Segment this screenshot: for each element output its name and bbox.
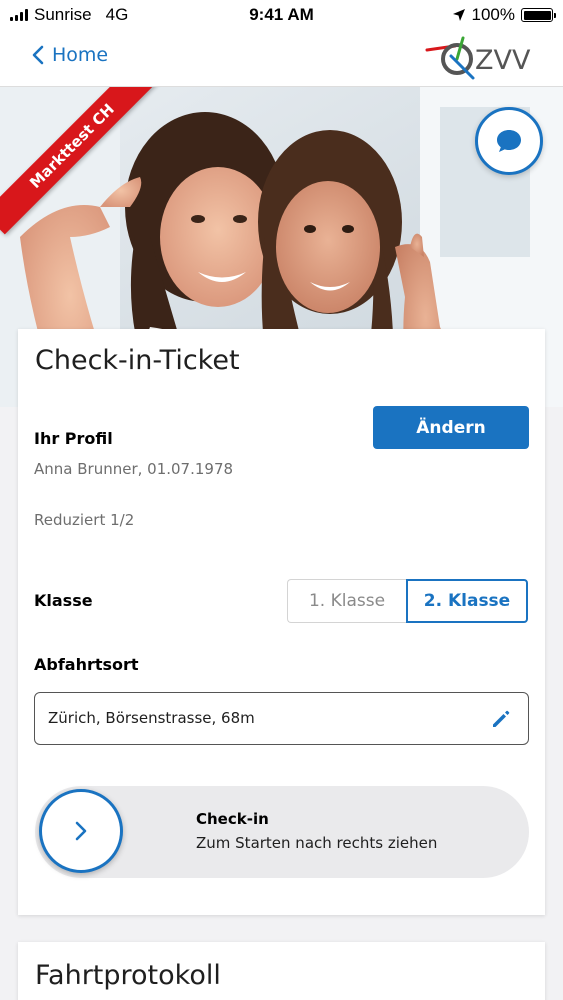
status-bar: Sunrise 4G 9:41 AM 100%	[0, 0, 563, 30]
zvv-logo: ZVV	[425, 34, 537, 84]
chevron-right-icon	[75, 821, 87, 841]
pencil-icon[interactable]	[490, 708, 512, 730]
departure-value: Zürich, Börsenstrasse, 68m	[48, 709, 255, 727]
battery-percent: 100%	[471, 5, 515, 24]
back-label: Home	[52, 44, 109, 66]
class-label: Klasse	[34, 591, 93, 610]
chat-button[interactable]	[475, 107, 543, 175]
slider-handle[interactable]	[39, 789, 123, 873]
check-in-title: Check-in	[196, 810, 269, 828]
trip-log-title: Fahrtprotokoll	[35, 960, 221, 991]
battery-icon	[521, 8, 556, 22]
departure-label: Abfahrtsort	[34, 655, 139, 674]
trip-log-card: Fahrtprotokoll	[18, 942, 545, 1000]
check-in-ticket-card: Check-in-Ticket Ihr Profil Ändern Anna B…	[18, 329, 545, 915]
departure-field[interactable]: Zürich, Börsenstrasse, 68m	[34, 692, 529, 745]
back-button[interactable]: Home	[32, 44, 108, 66]
class-segmented-control: 1. Klasse 2. Klasse	[287, 579, 528, 623]
card-title: Check-in-Ticket	[35, 345, 240, 376]
class-option-first[interactable]: 1. Klasse	[287, 579, 406, 623]
status-right: 100%	[452, 5, 556, 25]
battery-level	[523, 10, 551, 20]
profile-fare-type: Reduziert 1/2	[34, 511, 135, 529]
class-option-second[interactable]: 2. Klasse	[406, 579, 528, 623]
logo-text: ZVV	[475, 45, 531, 76]
profile-name: Anna Brunner, 01.07.1978	[34, 460, 234, 478]
profile-heading: Ihr Profil	[34, 429, 113, 448]
check-in-slider[interactable]: Check-in Zum Starten nach rechts ziehen	[35, 786, 529, 878]
chevron-left-icon	[32, 45, 44, 65]
change-profile-button[interactable]: Ändern	[373, 406, 529, 449]
location-arrow-icon	[452, 9, 465, 21]
chat-bubble-icon	[497, 130, 521, 152]
navigation-bar: Home ZVV	[0, 30, 563, 87]
check-in-hint: Zum Starten nach rechts ziehen	[196, 834, 438, 852]
